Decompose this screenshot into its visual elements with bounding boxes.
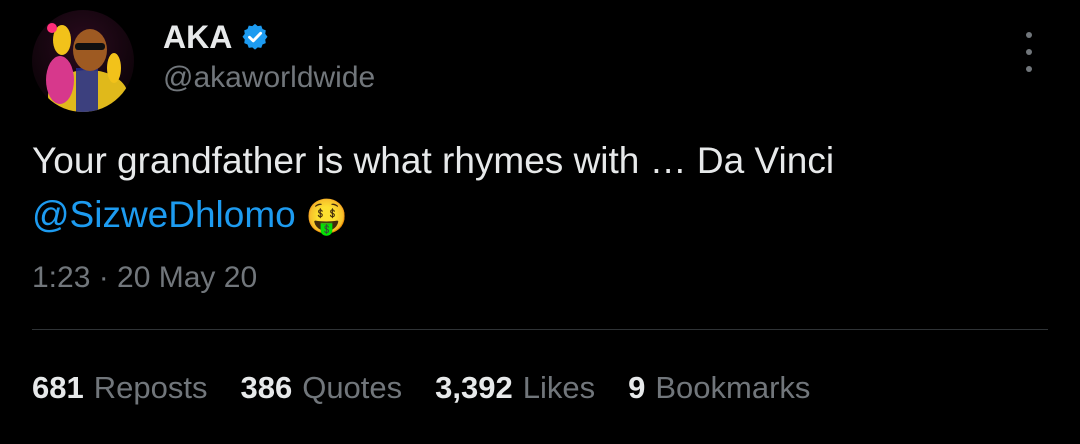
quotes-label: Quotes [302,370,403,405]
more-dot [1026,49,1032,55]
quotes-count: 386 [240,370,293,405]
divider [32,329,1048,330]
verified-badge-icon[interactable] [240,22,270,52]
more-options-icon[interactable] [1014,32,1044,72]
money-mouth-emoji: 🤑 [305,197,349,238]
reposts-count: 681 [32,370,84,405]
bookmarks-count: 9 [628,370,646,405]
engagement-stats: 681 Reposts 386 Quotes 3,392 Likes 9 Boo… [32,366,843,410]
tweet-body: Your grandfather is what rhymes with … D… [32,140,835,181]
author-handle[interactable]: @akaworldwide [163,58,375,98]
tweet-timestamp[interactable]: 1:23 · 20 May 20 [32,256,257,300]
more-dot [1026,66,1032,72]
reposts-stat[interactable]: 681 Reposts [32,366,207,410]
author-display-name[interactable]: AKA [163,18,232,56]
mention-link[interactable]: @SizweDhlomo [32,194,296,235]
reposts-label: Reposts [93,370,208,405]
likes-label: Likes [522,370,596,405]
bookmarks-stat[interactable]: 9 Bookmarks [628,366,810,410]
tweet-text: Your grandfather is what rhymes with … D… [32,134,1042,244]
bookmarks-label: Bookmarks [655,370,811,405]
quotes-stat[interactable]: 386 Quotes [240,366,402,410]
tweet-mention-line: @SizweDhlomo 🤑 [32,188,1042,244]
avatar[interactable] [32,10,134,112]
likes-stat[interactable]: 3,392 Likes [435,366,595,410]
author-name-row: AKA [163,18,270,56]
likes-count: 3,392 [435,370,513,405]
more-dot [1026,32,1032,38]
